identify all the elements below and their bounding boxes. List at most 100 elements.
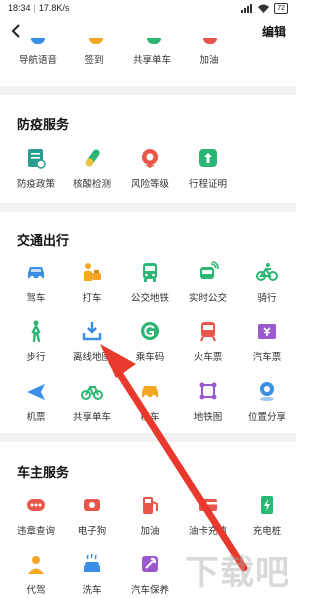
ride-code-icon: [141, 322, 159, 340]
grid-item-violation[interactable]: 违章查询: [8, 494, 64, 537]
car-icon: [28, 267, 44, 280]
grid-item-label: 实时公交: [188, 293, 227, 304]
grid-item-label: 风险等级: [130, 179, 169, 190]
grid-item-car-rental[interactable]: 租车: [122, 380, 178, 423]
grid-item-label: 地铁图: [193, 412, 223, 423]
top-row-icon: [89, 38, 103, 44]
driver-icon: [28, 556, 44, 574]
top-row-item[interactable]: 加油: [181, 52, 237, 66]
shared-bike-icon: [81, 386, 103, 400]
charger-icon: [261, 496, 273, 514]
grid-item-label: 代驾: [26, 585, 46, 596]
violation-icon: [27, 499, 45, 511]
grid-item-label: 汽车票: [252, 352, 282, 363]
status-time: 18:34: [8, 3, 31, 13]
metro-map-icon: [199, 382, 217, 400]
section-title-epidemic: 防疫服务: [17, 117, 70, 132]
grid-item-realtime-bus[interactable]: 实时公交: [180, 261, 236, 304]
grid-item-label: 打车: [82, 293, 102, 304]
grid-item-label: 汽车保养: [130, 585, 169, 596]
top-row-item[interactable]: 签到: [66, 52, 122, 66]
grid-item-label: 乘车码: [135, 352, 165, 363]
policy-doc-icon: [28, 149, 46, 169]
grid-item-cycling[interactable]: 骑行: [239, 261, 295, 304]
grid-item-car-wash[interactable]: 洗车: [64, 553, 120, 596]
grid-item-e-dog[interactable]: 电子狗: [64, 494, 120, 537]
rental-car-icon: [142, 386, 158, 399]
grid-item-label: 火车票: [193, 352, 223, 363]
bus-icon: [143, 263, 157, 282]
grid-item-risk-level[interactable]: 风险等级: [122, 147, 178, 190]
top-row-item[interactable]: 共享单车: [124, 52, 180, 66]
grid-item-metro-map[interactable]: 地铁图: [180, 380, 236, 423]
fuel-card-icon: [199, 499, 217, 511]
grid-item-label: 步行: [26, 352, 46, 363]
grid-item-label: 洗车: [82, 585, 102, 596]
grid-item-label: 机票: [26, 412, 46, 423]
top-row-icon: [31, 38, 45, 44]
car-wash-icon: [84, 553, 100, 572]
status-bar: 18:34 | 17.8K/s 72: [0, 0, 296, 16]
grid-item-maintenance[interactable]: 汽车保养: [122, 553, 178, 596]
wifi-icon: [258, 4, 270, 13]
location-share-icon: [260, 382, 274, 401]
grid-item-label: 行程证明: [188, 179, 227, 190]
trip-proof-icon: [199, 149, 217, 167]
section-divider: [0, 86, 296, 95]
network-speed: 17.8K/s: [38, 3, 70, 13]
top-row-icon: [203, 38, 217, 44]
grid-item-label: 违章查询: [16, 526, 55, 537]
e-dog-icon: [84, 499, 100, 511]
plane-icon: [27, 384, 45, 400]
grid-item-label: 油卡充值: [188, 526, 227, 537]
train-icon: [200, 322, 216, 342]
fuel-icon: [143, 497, 158, 514]
grid-item-designated-driver[interactable]: 代驾: [8, 553, 64, 596]
top-row-icon: [147, 38, 161, 44]
signal-icon: [241, 3, 253, 13]
grid-item-policy[interactable]: 防疫政策: [8, 147, 64, 190]
grid-item-ride-code[interactable]: 乘车码: [122, 320, 178, 363]
walk-icon: [31, 320, 41, 342]
grid-item-offline-map[interactable]: 离线地图: [64, 320, 120, 363]
grid-item-train-ticket[interactable]: 火车票: [180, 320, 236, 363]
grid-item-trip-proof[interactable]: 行程证明: [180, 147, 236, 190]
grid-item-label: 共享单车: [72, 412, 111, 423]
grid-item-label: 租车: [140, 412, 160, 423]
grid-item-shared-bike[interactable]: 共享单车: [64, 380, 120, 423]
section-divider: [0, 433, 296, 442]
grid-item-nucleic-test[interactable]: 核酸检测: [64, 147, 120, 190]
grid-item-label: 公交地铁: [130, 293, 169, 304]
grid-item-label: 电子狗: [77, 526, 107, 537]
grid-item-label: 防疫政策: [16, 179, 55, 190]
top-row: 导航语音 签到 共享单车 加油: [0, 36, 296, 76]
grid-item-location-share[interactable]: 位置分享: [239, 380, 295, 423]
watermark: 下载吧: [185, 554, 290, 592]
ticket-icon: [258, 324, 276, 339]
grid-item-label: 离线地图: [72, 352, 111, 363]
maintenance-icon: [142, 556, 158, 572]
grid-item-fuel-card[interactable]: 油卡充值: [180, 494, 236, 537]
battery-icon: 72: [274, 2, 288, 14]
section-divider: [0, 203, 296, 212]
grid-item-flight[interactable]: 机票: [8, 380, 64, 423]
section-title-transport: 交通出行: [17, 233, 70, 248]
realtime-bus-icon: [200, 261, 219, 279]
section-title-owner: 车主服务: [17, 465, 70, 480]
bike-icon: [256, 263, 278, 281]
grid-item-taxi[interactable]: 打车: [64, 261, 120, 304]
grid-item-bus-metro[interactable]: 公交地铁: [122, 261, 178, 304]
grid-item-coach-ticket[interactable]: 汽车票: [239, 320, 295, 363]
grid-item-label: 加油: [140, 526, 160, 537]
grid-item-refuel[interactable]: 加油: [122, 494, 178, 537]
grid-item-label: 位置分享: [247, 412, 286, 423]
test-tube-icon: [85, 149, 100, 167]
grid-item-drive[interactable]: 驾车: [8, 261, 64, 304]
grid-item-charger[interactable]: 充电桩: [239, 494, 295, 537]
grid-item-label: 充电桩: [252, 526, 282, 537]
risk-pin-icon: [142, 149, 158, 168]
grid-item-walk[interactable]: 步行: [8, 320, 64, 363]
taxi-icon: [84, 263, 101, 281]
grid-item-label: 骑行: [257, 293, 277, 304]
top-row-item[interactable]: 导航语音: [10, 52, 66, 66]
